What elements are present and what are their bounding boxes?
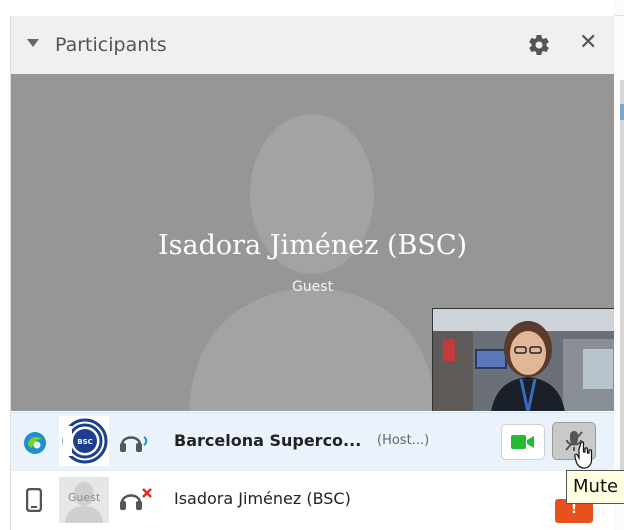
avatar: BSC: [59, 416, 109, 466]
headset-disconnected-icon: [120, 488, 152, 510]
video-camera-icon: [511, 435, 534, 449]
active-speaker-name: Isadora Jiménez (BSC): [157, 230, 468, 261]
self-view-image: [433, 309, 614, 411]
bsc-logo-icon: BSC: [62, 418, 108, 464]
person-silhouette-icon: [189, 114, 436, 411]
avatar-text: BSC: [77, 438, 93, 446]
divider: [614, 15, 624, 16]
window-edge: [614, 0, 624, 530]
video-toggle-button[interactable]: [501, 424, 545, 460]
headset-audio-icon: [120, 436, 148, 452]
mute-tooltip: Mute: [566, 470, 624, 504]
active-speaker-role: Guest: [291, 279, 334, 295]
scrollbar[interactable]: [620, 80, 624, 490]
participant-name: Barcelona Superco...: [174, 431, 362, 450]
participant-row-guest[interactable]: Guest Isadora Jiménez (BSC) !: [11, 470, 614, 529]
close-icon[interactable]: ✕: [579, 30, 597, 55]
avatar-text: Guest: [67, 491, 101, 504]
active-speaker-video: Isadora Jiménez (BSC) Guest: [11, 74, 614, 411]
collapse-caret-icon[interactable]: [27, 39, 39, 47]
mouse-pointer-icon: [574, 441, 593, 469]
participant-role-tag: (Host...): [377, 433, 430, 448]
panel-title: Participants: [55, 34, 167, 56]
scrollbar-indicator: [620, 104, 624, 120]
self-view-video[interactable]: [432, 308, 614, 411]
participant-row-host[interactable]: BSC Barcelona Superco... (Host...): [11, 412, 614, 471]
alert-badge-mark: !: [571, 502, 577, 517]
avatar: Guest: [59, 477, 109, 523]
mobile-phone-icon: [26, 488, 42, 512]
webex-client-icon: [24, 432, 46, 454]
panel-header: Participants ✕: [11, 16, 614, 75]
participant-name: Isadora Jiménez (BSC): [174, 489, 351, 508]
participants-panel: Participants ✕ Isadora Jiménez (BSC) Gue…: [10, 16, 615, 530]
gear-icon[interactable]: [527, 33, 551, 57]
